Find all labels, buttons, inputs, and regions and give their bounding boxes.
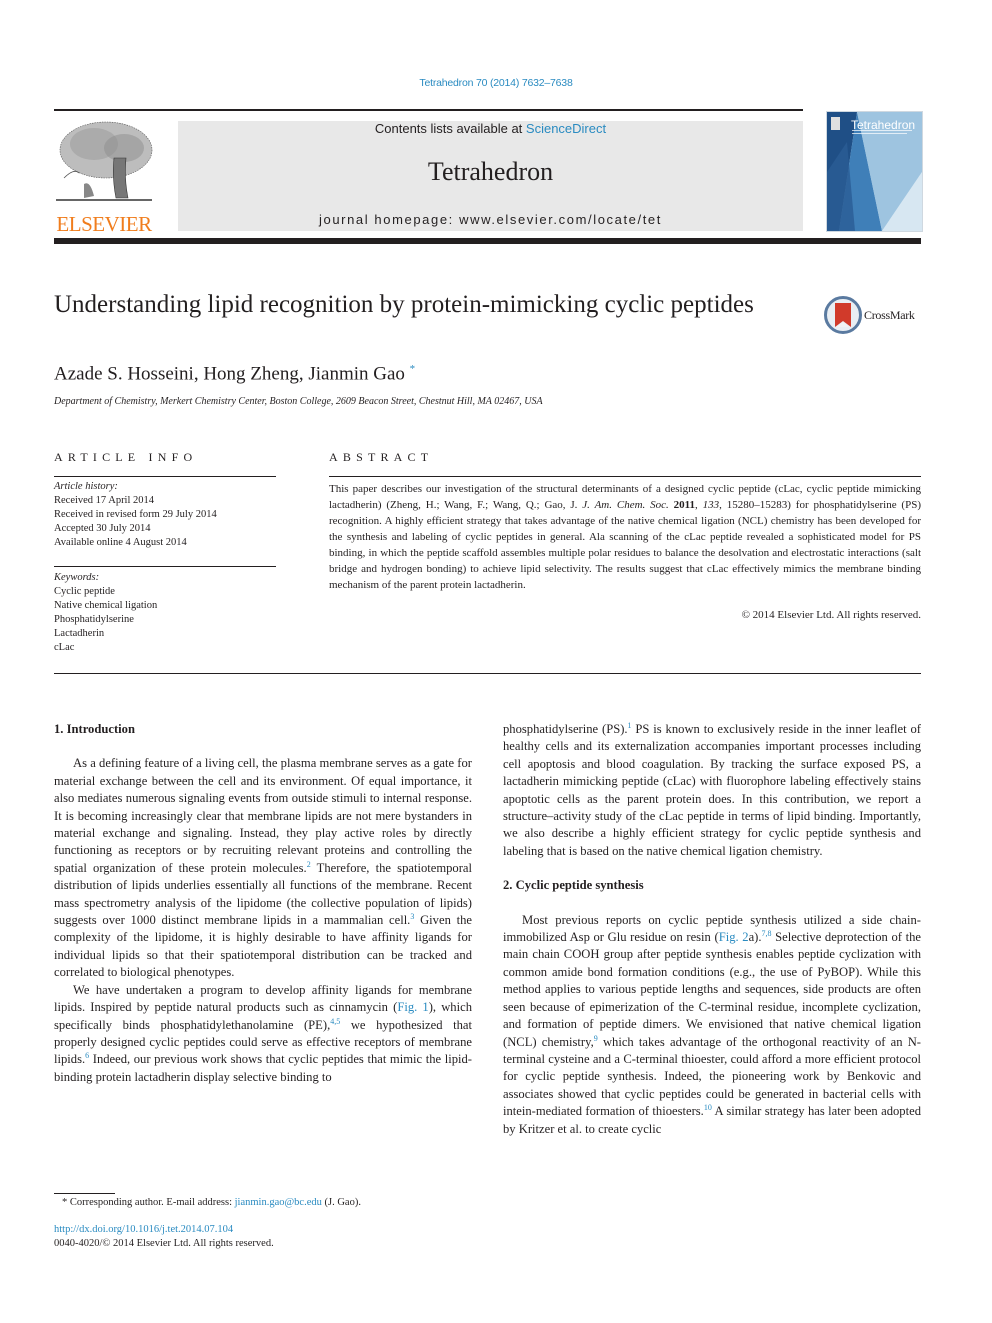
contents-available: Contents lists available at ScienceDirec… bbox=[178, 121, 803, 136]
citation-link[interactable]: 7,8 bbox=[762, 929, 772, 938]
paragraph: phosphatidylserine (PS).1 PS is known to… bbox=[503, 721, 921, 860]
text-run: Selective deprotection of the main chain… bbox=[503, 930, 921, 1049]
article-info-heading: ARTICLE INFO bbox=[54, 450, 198, 464]
right-column: phosphatidylserine (PS).1 PS is known to… bbox=[503, 721, 921, 1138]
authors-text: Azade S. Hosseini, Hong Zheng, Jianmin G… bbox=[54, 363, 405, 385]
crossmark-label: CrossMark bbox=[864, 308, 915, 322]
keyword-item: Phosphatidylserine bbox=[54, 614, 134, 626]
doi-link[interactable]: http://dx.doi.org/10.1016/j.tet.2014.07.… bbox=[54, 1224, 233, 1235]
corresponding-author-mark[interactable]: * bbox=[410, 363, 416, 375]
text-run: As a defining feature of a living cell, … bbox=[54, 756, 472, 875]
issn-copyright: 0040-4020/© 2014 Elsevier Ltd. All right… bbox=[54, 1238, 274, 1249]
text-run: Indeed, our previous work shows that cyc… bbox=[54, 1052, 472, 1084]
sciencedirect-link[interactable]: ScienceDirect bbox=[526, 121, 606, 136]
section-heading-introduction: 1. Introduction bbox=[54, 722, 135, 736]
history-item: Available online 4 August 2014 bbox=[54, 537, 187, 549]
elsevier-wordmark: ELSEVIER bbox=[56, 212, 152, 236]
abstract-year: 2011 bbox=[673, 499, 696, 511]
article-history-label: Article history: bbox=[54, 481, 118, 492]
left-column: 1. Introduction As a defining feature of… bbox=[54, 721, 472, 1086]
article-history: Article history: Received 17 April 2014 … bbox=[54, 480, 276, 550]
elsevier-tree-icon bbox=[56, 121, 153, 201]
journal-cover[interactable]: Tetrahedron bbox=[826, 111, 923, 232]
corresponding-author-footnote: * Corresponding author. E-mail address: … bbox=[62, 1197, 361, 1208]
keywords-divider bbox=[54, 566, 276, 567]
article-title: Understanding lipid recognition by prote… bbox=[54, 291, 754, 318]
history-item: Received 17 April 2014 bbox=[54, 495, 155, 507]
keyword-item: Native chemical ligation bbox=[54, 600, 158, 612]
keywords-label: Keywords: bbox=[54, 572, 100, 583]
header-divider bbox=[54, 238, 921, 244]
text-run: phosphatidylserine (PS). bbox=[503, 722, 628, 736]
journal-homepage[interactable]: journal homepage: www.elsevier.com/locat… bbox=[178, 212, 803, 227]
section-divider bbox=[54, 673, 921, 674]
footnote-divider bbox=[54, 1193, 115, 1194]
contents-prefix: Contents lists available at bbox=[374, 121, 526, 136]
abstract-text: This paper describes our investigation o… bbox=[329, 483, 921, 591]
email-link[interactable]: jianmin.gao@bc.edu bbox=[235, 1197, 322, 1208]
history-item: Received in revised form 29 July 2014 bbox=[54, 509, 217, 521]
abstract-copyright: © 2014 Elsevier Ltd. All rights reserved… bbox=[741, 609, 921, 621]
abstract-volume: 133 bbox=[702, 499, 720, 511]
keyword-item: Lactadherin bbox=[54, 628, 105, 640]
keyword-item: Cyclic peptide bbox=[54, 586, 115, 598]
journal-title: Tetrahedron bbox=[427, 157, 554, 186]
paragraph: Most previous reports on cyclic peptide … bbox=[503, 912, 921, 1138]
footnote-text: (J. Gao). bbox=[321, 1197, 361, 1208]
section-heading-synthesis: 2. Cyclic peptide synthesis bbox=[503, 878, 644, 893]
history-item: Accepted 30 July 2014 bbox=[54, 523, 151, 535]
abstract-heading: ABSTRACT bbox=[329, 450, 434, 464]
footnote-text: Corresponding author. E-mail address: bbox=[67, 1197, 235, 1208]
cover-title: Tetrahedron bbox=[851, 118, 916, 132]
keyword-item: cLac bbox=[54, 642, 75, 654]
crossmark-button[interactable]: CrossMark bbox=[824, 295, 924, 335]
citation-link[interactable]: 10 bbox=[704, 1103, 712, 1112]
keywords: Keywords: Cyclic peptide Native chemical… bbox=[54, 571, 276, 656]
abstract-part: , 15280–15283) for phosphatidylserine (P… bbox=[329, 499, 921, 591]
citation-link[interactable]: 4,5 bbox=[330, 1016, 340, 1025]
journal-banner: Contents lists available at ScienceDirec… bbox=[178, 121, 803, 231]
affiliation: Department of Chemistry, Merkert Chemist… bbox=[54, 396, 543, 407]
abstract-divider bbox=[329, 476, 921, 477]
figure-link[interactable]: Fig. 1 bbox=[397, 1000, 428, 1014]
elsevier-logo[interactable]: ELSEVIER bbox=[54, 118, 154, 236]
text-run: PS is known to exclusively reside in the… bbox=[503, 722, 921, 858]
paragraph: We have undertaken a program to develop … bbox=[54, 982, 472, 1086]
journal-reference-link[interactable]: Tetrahedron 70 (2014) 7632–7638 bbox=[0, 77, 992, 89]
author-list: Azade S. Hosseini, Hong Zheng, Jianmin G… bbox=[54, 363, 415, 385]
crossmark-icon bbox=[824, 296, 862, 334]
article-info-divider bbox=[54, 476, 276, 477]
abstract-journal: J. Am. Chem. Soc. bbox=[582, 499, 669, 511]
text-run: a). bbox=[748, 930, 762, 945]
figure-link[interactable]: Fig. 2 bbox=[719, 930, 749, 944]
top-divider bbox=[54, 109, 803, 111]
paragraph: As a defining feature of a living cell, … bbox=[54, 755, 472, 981]
